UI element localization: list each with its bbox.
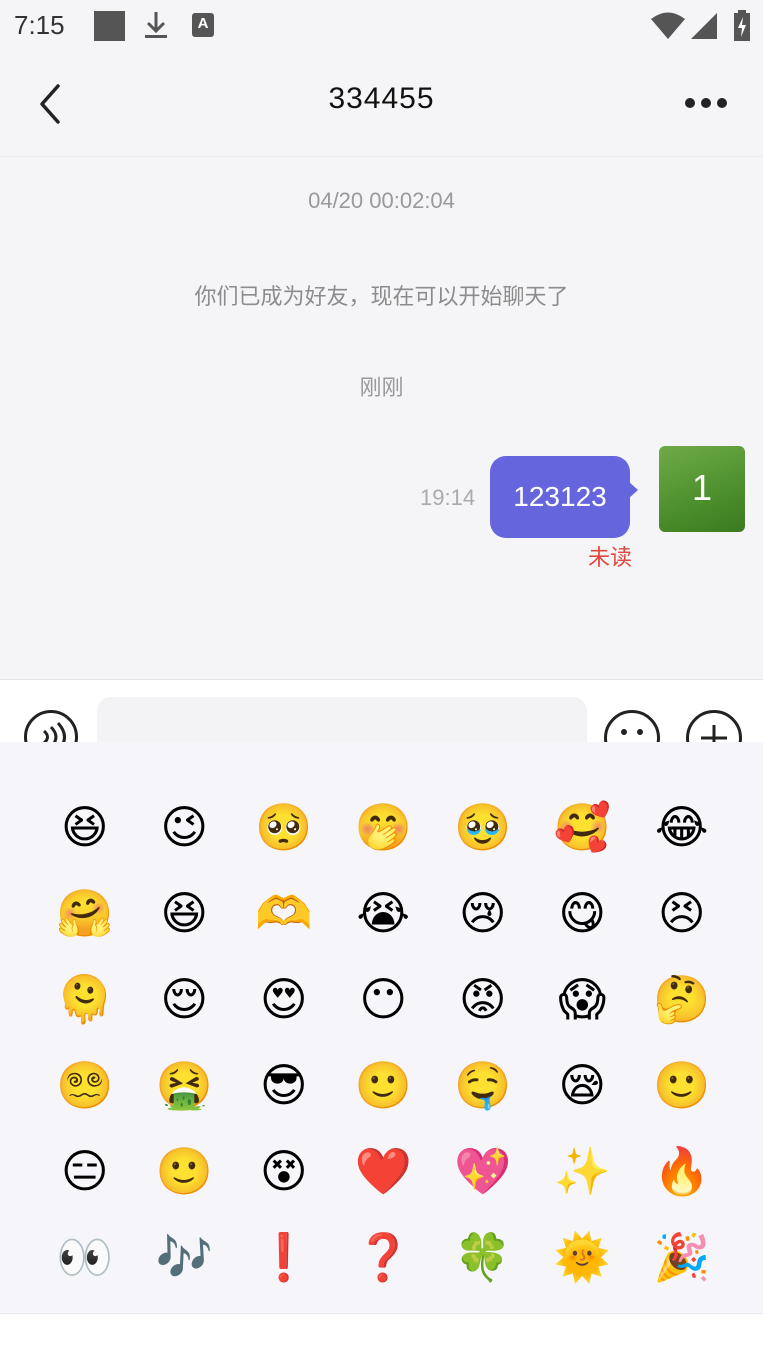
emoji-item[interactable]: ❤️: [334, 1128, 434, 1214]
emoji-item[interactable]: ✨: [533, 1128, 633, 1214]
emoji-item[interactable]: 😪: [533, 1042, 633, 1128]
status-time: 7:15: [14, 10, 65, 40]
emoji-item[interactable]: 😋: [533, 870, 633, 956]
emoji-item[interactable]: 🫶: [234, 870, 334, 956]
timestamp: 04/20 00:02:04: [308, 188, 455, 213]
emoji-item[interactable]: ❗: [234, 1214, 334, 1300]
emoji-item[interactable]: 🤭: [334, 784, 434, 870]
download-icon: [143, 10, 169, 44]
emoji-item[interactable]: 😎: [234, 1042, 334, 1128]
emoji-item[interactable]: 😣: [632, 870, 732, 956]
emoji-item[interactable]: 😆: [135, 870, 235, 956]
emoji-item[interactable]: 😂: [632, 784, 732, 870]
voice-button[interactable]: [24, 710, 78, 742]
voice-icon: [42, 721, 66, 742]
emoji-button[interactable]: [604, 710, 660, 742]
emoji-item[interactable]: 🙂: [632, 1042, 732, 1128]
message-list[interactable]: 04/20 00:02:04 你们已成为好友，现在可以开始聊天了 刚刚 19:1…: [0, 157, 763, 679]
signal-icon: [690, 12, 718, 44]
emoji-item[interactable]: 🤤: [433, 1042, 533, 1128]
emoji-item[interactable]: 😢: [433, 870, 533, 956]
bottom-strip: [0, 1313, 763, 1356]
emoji-item[interactable]: 😌: [135, 956, 235, 1042]
emoji-item[interactable]: ❓: [334, 1214, 434, 1300]
emoji-grid: 😆 😉 🥺 🤭 🥹 🥰 😂 🤗 😆 🫶 😭 😢 😋 😣 🫠 😌 😍 😶 😡 😱 🤔 😵‍💫 🤮 😎 🙂 🤤 😪 🙂 😑 🙂 😵 ❤️ 💖 ✨ 🔥 👀 🎶…: [35, 784, 735, 1300]
input-bar: [0, 679, 763, 742]
emoji-item[interactable]: 👀: [35, 1214, 135, 1300]
battery-charging-icon: [733, 10, 751, 46]
emoji-item[interactable]: 🎶: [135, 1214, 235, 1300]
emoji-item[interactable]: 💖: [433, 1128, 533, 1214]
plus-button[interactable]: [686, 710, 742, 742]
avatar[interactable]: 1: [659, 446, 745, 532]
a-keyboard-icon: A: [192, 13, 214, 37]
emoji-item[interactable]: 🤮: [135, 1042, 235, 1128]
system-message: 你们已成为好友，现在可以开始聊天了: [194, 285, 569, 310]
emoji-item[interactable]: 🤗: [35, 870, 135, 956]
emoji-item[interactable]: 🙂: [334, 1042, 434, 1128]
emoji-item[interactable]: 🥺: [234, 784, 334, 870]
emoji-item[interactable]: 😵: [234, 1128, 334, 1214]
timestamp: 刚刚: [359, 375, 404, 400]
more-dots-icon: [685, 98, 727, 108]
message-time: 19:14: [420, 485, 476, 510]
emoji-item[interactable]: 😡: [433, 956, 533, 1042]
emoji-item[interactable]: 🤔: [632, 956, 732, 1042]
emoji-item[interactable]: 😱: [533, 956, 633, 1042]
emoji-item[interactable]: 🥰: [533, 784, 633, 870]
bubble-tail: [628, 481, 638, 499]
unread-status: 未读: [588, 546, 633, 571]
emoji-item[interactable]: 😶: [334, 956, 434, 1042]
emoji-item[interactable]: 🫠: [35, 956, 135, 1042]
emoji-item[interactable]: 🍀: [433, 1214, 533, 1300]
chat-header: 334455: [0, 52, 763, 157]
more-button[interactable]: [682, 92, 730, 114]
status-bar: 7:15 A: [0, 0, 763, 52]
emoji-item[interactable]: 🎉: [632, 1214, 732, 1300]
emoji-item[interactable]: 😉: [135, 784, 235, 870]
emoji-panel[interactable]: 😆 😉 🥺 🤭 🥹 🥰 😂 🤗 😆 🫶 😭 😢 😋 😣 🫠 😌 😍 😶 😡 😱 🤔 😵‍💫 🤮 😎 🙂 🤤 😪 🙂 😑 🙂 😵 ❤️ 💖 ✨ 🔥 👀 🎶…: [0, 742, 763, 1313]
square-notification-icon: [94, 11, 125, 41]
plus-icon: [701, 725, 727, 742]
emoji-item[interactable]: 😭: [334, 870, 434, 956]
emoji-item[interactable]: 😑: [35, 1128, 135, 1214]
emoji-item[interactable]: 😍: [234, 956, 334, 1042]
chat-title: 334455: [328, 82, 435, 115]
emoji-item[interactable]: 🔥: [632, 1128, 732, 1214]
emoji-face-icon: [621, 729, 643, 735]
emoji-item[interactable]: 🥹: [433, 784, 533, 870]
message-bubble[interactable]: 123123: [490, 456, 630, 538]
wifi-icon: [650, 12, 686, 44]
emoji-item[interactable]: 🌞: [533, 1214, 633, 1300]
message-input[interactable]: [97, 697, 587, 742]
emoji-item[interactable]: 🙂: [135, 1128, 235, 1214]
screen: 7:15 A 334455 04/20 00:02:04 你们已成为好友，现在可…: [0, 0, 763, 1356]
emoji-item[interactable]: 😆: [35, 784, 135, 870]
emoji-item[interactable]: 😵‍💫: [35, 1042, 135, 1128]
